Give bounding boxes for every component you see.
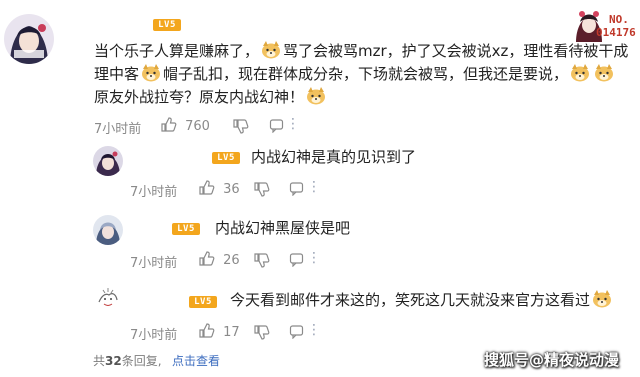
expand-replies-link[interactable]: 点击查看 [172,352,220,369]
reply-2-like-button[interactable]: 26 [198,250,240,268]
main-comment-text-4: 帽子乱扣，现在群体成分杂，下场就会被骂，但我还是要说， [163,65,569,83]
reply-3-level-badge: LV5 [189,296,217,308]
main-user-level-badge: LV5 [153,19,181,31]
reply-3-dislike-button[interactable] [253,324,270,342]
main-comment-time: 7小时前 [94,122,142,137]
comment-icon [289,182,304,196]
reply-2-avatar[interactable] [93,215,123,245]
total-prefix: 共 [93,354,106,368]
main-reply-button[interactable] [269,118,284,134]
comment-icon [269,119,284,133]
main-comment-text-2: 骂了会被骂mzr，护了又会被说xz，理性看待被干成 [283,42,629,60]
main-comment-text-1: 当个乐子人算是赚麻了， [94,42,260,60]
reply-3-text: 今天看到邮件才来这的，笑死这几天就没来官方这看过 [230,291,591,309]
reply-2-level-badge: LV5 [172,223,200,235]
comment-icon [289,253,304,267]
reply-1-reply-button[interactable] [289,181,304,197]
stamp-number-value: 014176 [596,26,636,39]
reply-1-like-button[interactable]: 36 [198,179,240,197]
thumbs-up-icon [199,251,215,266]
doge-emoji-icon [593,290,612,308]
reply-3-more-button[interactable]: ⋮ [307,322,321,338]
main-comment-text-5: 原友外战拉夸？原友内战幻神！ [94,88,305,106]
reply-2-like-count: 26 [223,253,240,268]
thumbs-up-icon [161,117,177,132]
total-count: 32 [105,354,122,368]
thumbs-down-icon [254,182,270,197]
reply-1-level-badge: LV5 [212,152,240,164]
doge-emoji-icon [142,64,161,82]
reply-3-like-count: 17 [223,325,240,340]
doge-emoji-icon [571,64,590,82]
thumbs-down-icon [254,253,270,268]
main-comment-line-2: 理中客 帽子乱扣，现在群体成分杂，下场就会被骂，但我还是要说， [94,63,616,86]
more-dots-icon: ⋮ [307,250,321,266]
main-comment-meta: 7小时前 [94,118,141,137]
thumbs-down-icon [254,325,270,340]
main-more-button[interactable]: ⋮ [286,116,300,132]
main-dislike-button[interactable] [232,118,249,136]
main-comment-line-3: 原友外战拉夸？原友内战幻神！ [94,86,328,109]
reply-3-reply-button[interactable] [289,324,304,340]
reply-3-avatar[interactable] [93,282,123,312]
reply-1-dislike-button[interactable] [253,181,270,199]
reply-1-time: 7小时前 [130,185,178,200]
reply-2-text: 内战幻神黑屋侠是吧 [215,219,351,237]
more-dots-icon: ⋮ [307,322,321,338]
reply-2-reply-button[interactable] [289,252,304,268]
watermark: 搜狐号@精夜说动漫 [484,351,620,369]
total-suffix: 条回复, [121,354,162,368]
thumbs-down-icon [233,119,249,134]
reply-3-time: 7小时前 [130,328,178,343]
main-avatar[interactable] [4,14,54,64]
reply-1-text: 内战幻神是真的见识到了 [251,148,417,166]
total-replies: 共32条回复, [93,352,162,369]
doge-emoji-icon [595,64,614,82]
main-comment-line-1: 当个乐子人算是赚麻了， 骂了会被骂mzr，护了又会被说xz，理性看待被干成 [94,40,628,63]
main-comment-text-3: 理中客 [94,65,140,83]
reply-2-dislike-button[interactable] [253,252,270,270]
stamp-number-label: NO. [609,13,629,26]
reply-2-time: 7小时前 [130,256,178,271]
main-like-button[interactable]: 760 [160,116,210,134]
comment-icon [289,325,304,339]
thumbs-up-icon [199,323,215,338]
main-like-count: 760 [185,119,210,134]
reply-1-more-button[interactable]: ⋮ [307,179,321,195]
reply-3-like-button[interactable]: 17 [198,322,240,340]
reply-1-avatar[interactable] [93,146,123,176]
reply-1-like-count: 36 [223,182,240,197]
doge-emoji-icon [262,41,281,59]
reply-3-line: 今天看到邮件才来这的，笑死这几天就没来官方这看过 [230,289,614,312]
thumbs-up-icon [199,180,215,195]
more-dots-icon: ⋮ [307,179,321,195]
reply-2-more-button[interactable]: ⋮ [307,250,321,266]
doge-emoji-icon [307,87,326,105]
more-dots-icon: ⋮ [286,116,300,132]
